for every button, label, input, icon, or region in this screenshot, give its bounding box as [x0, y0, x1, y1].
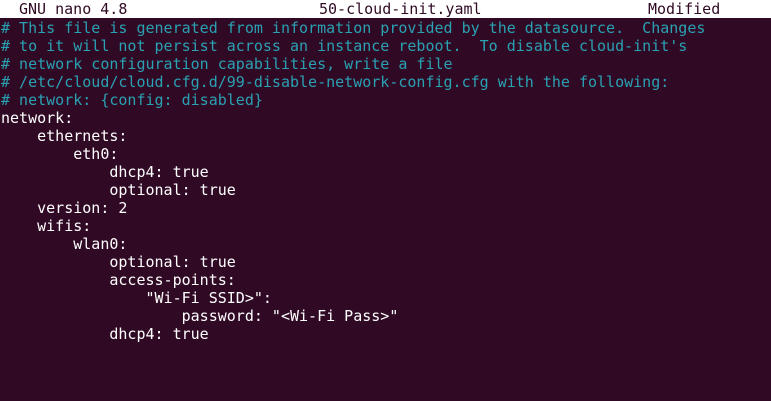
comment-line[interactable]: # network: {config: disabled} [1, 91, 771, 109]
code-line[interactable]: dhcp4: true [1, 163, 771, 181]
modified-status: Modified [648, 0, 721, 18]
app-version: GNU nano 4.8 [19, 0, 128, 18]
code-line[interactable]: network: [1, 109, 771, 127]
code-line[interactable]: ethernets: [1, 127, 771, 145]
comment-line[interactable]: # to it will not persist across an insta… [1, 37, 771, 55]
comment-line[interactable]: # network configuration capabilities, wr… [1, 55, 771, 73]
nano-terminal: GNU nano 4.8 50-cloud-init.yaml Modified… [0, 0, 771, 401]
code-line[interactable]: dhcp4: true [1, 325, 771, 343]
comment-line[interactable]: # /etc/cloud/cloud.cfg.d/99-disable-netw… [1, 73, 771, 91]
editor-area[interactable]: # This file is generated from informatio… [1, 19, 771, 343]
comment-line[interactable]: # This file is generated from informatio… [1, 19, 771, 37]
code-line[interactable]: "Wi-Fi SSID>": [1, 289, 771, 307]
code-line[interactable]: optional: true [1, 181, 771, 199]
code-line[interactable]: wlan0: [1, 235, 771, 253]
code-line[interactable]: eth0: [1, 145, 771, 163]
code-line[interactable]: password: "<Wi-Fi Pass>" [1, 307, 771, 325]
code-line[interactable]: optional: true [1, 253, 771, 271]
code-line[interactable]: version: 2 [1, 199, 771, 217]
code-line[interactable]: access-points: [1, 271, 771, 289]
nano-title-bar: GNU nano 4.8 50-cloud-init.yaml Modified [0, 0, 771, 18]
file-name: 50-cloud-init.yaml [319, 0, 482, 18]
code-line[interactable]: wifis: [1, 217, 771, 235]
